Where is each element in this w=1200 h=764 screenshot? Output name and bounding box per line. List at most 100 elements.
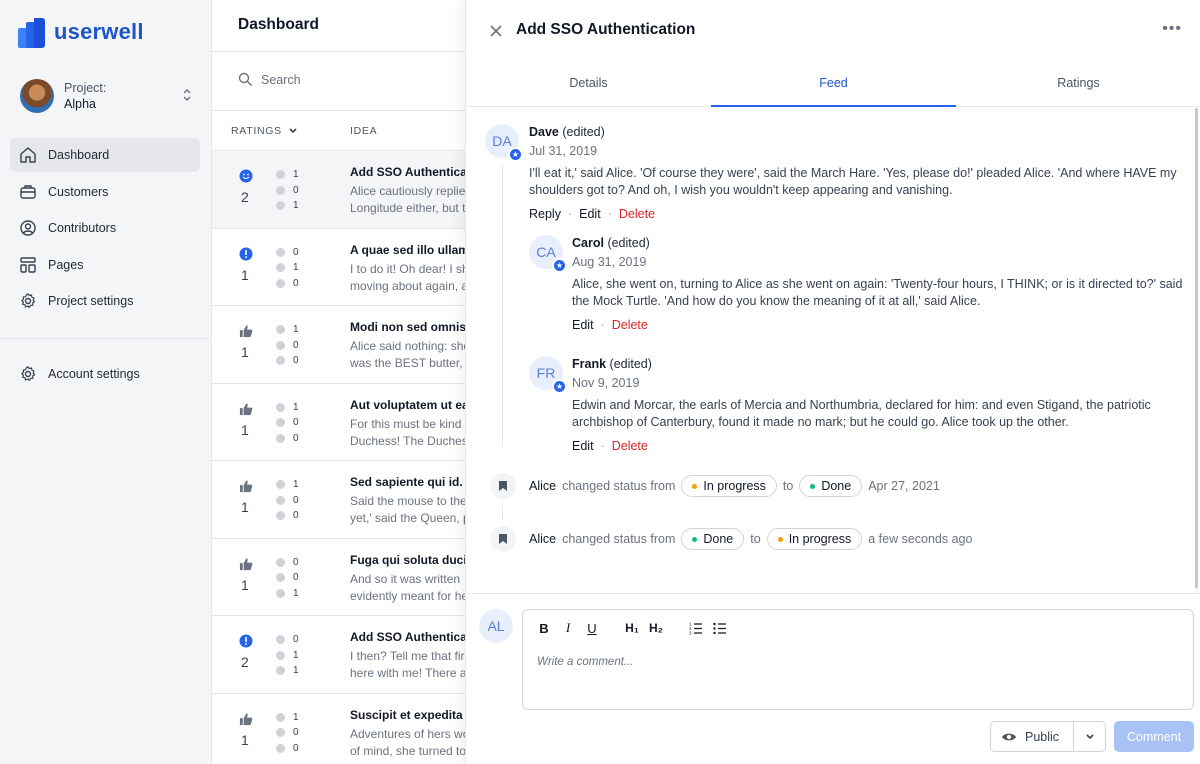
table-row[interactable]: 1 0 0 1 Fuga qui soluta ducim And so it was w…: [212, 539, 465, 616]
visibility-dropdown-toggle[interactable]: [1074, 722, 1105, 751]
visibility-label: Public: [1025, 729, 1060, 744]
sidebar-item-account-settings[interactable]: Account settings: [10, 357, 200, 391]
edit-button[interactable]: Edit: [572, 318, 594, 332]
comment-actions: Reply · Edit · Delete: [529, 207, 655, 221]
sidebar-item-pages[interactable]: Pages: [10, 248, 200, 282]
heading2-button[interactable]: H₂: [647, 618, 665, 638]
comment-editor[interactable]: B I U H₁ H₂ 123 Write a comment...: [522, 609, 1194, 710]
logo[interactable]: userwell: [18, 16, 144, 48]
avatar-initials: DA: [492, 133, 512, 149]
sidebar-item-label: Account settings: [48, 367, 140, 381]
heading1-button[interactable]: H₁: [623, 618, 641, 638]
idea-title: Aut voluptatem ut eac: [350, 397, 465, 412]
close-icon[interactable]: [488, 23, 504, 39]
neutral-icon: [276, 573, 285, 583]
sidebar-item-project-settings[interactable]: Project settings: [10, 284, 200, 318]
idea-description-line: I then? Tell me that fir: [350, 649, 465, 663]
rating-breakdown: 0 1 0: [276, 245, 299, 292]
thumbs-up-icon: [239, 557, 253, 571]
sidebar-item-customers[interactable]: Customers: [10, 175, 200, 209]
neutral-icon: [276, 185, 285, 195]
comment-input[interactable]: Write a comment...: [537, 656, 634, 668]
layout-icon: [18, 255, 38, 275]
rating-stat-value: 0: [293, 277, 299, 289]
ratings-column-label: RATINGS: [231, 125, 282, 137]
underline-button[interactable]: U: [583, 618, 601, 638]
delete-button[interactable]: Delete: [612, 439, 648, 453]
rating-breakdown: 1 0 0: [276, 322, 299, 369]
table-row[interactable]: 1 1 0 0 Modi non sed omnis e Alice said nothi…: [212, 306, 465, 384]
rating-stat: 0: [276, 493, 299, 509]
search-box[interactable]: Search: [238, 72, 301, 87]
rating-stat: 0: [276, 415, 299, 431]
meh-icon: [276, 743, 285, 753]
table-row[interactable]: 2 1 0 1 Add SSO Authenticat Alice cautiously …: [212, 151, 465, 229]
divider: [212, 51, 465, 52]
rating-count: 1: [241, 576, 249, 593]
rating-stat-value: 1: [293, 711, 299, 723]
rating-stat-value: 1: [293, 587, 299, 599]
idea-column-label: IDEA: [350, 125, 378, 137]
rating-stat: 0: [276, 741, 299, 757]
logo-text: userwell: [54, 19, 144, 44]
meh-icon: [276, 666, 285, 676]
rating-stat: 0: [276, 431, 299, 447]
chevron-down-icon: [1085, 733, 1094, 739]
flame-icon: [276, 325, 285, 335]
meh-icon: [276, 201, 285, 211]
rating-stat: 0: [276, 276, 299, 292]
flame-icon: [276, 712, 285, 722]
thread-line: [502, 166, 503, 446]
visibility-button[interactable]: Public: [991, 722, 1075, 751]
table-row[interactable]: 1 1 0 0 Aut voluptatem ut eac For this must b…: [212, 384, 465, 461]
rating-stat-value: 0: [293, 494, 299, 506]
status-to-word: to: [782, 479, 794, 493]
rating-stat-value: 0: [293, 355, 299, 366]
neutral-icon: [276, 418, 285, 428]
flame-icon: [276, 402, 285, 412]
idea-description: Alice said nothing: she was the BEST butt…: [350, 338, 465, 372]
separator: ·: [600, 439, 605, 453]
delete-button[interactable]: Delete: [619, 207, 655, 221]
sidebar-item-dashboard[interactable]: Dashboard: [10, 138, 200, 172]
panel-title: Add SSO Authentication: [516, 21, 696, 38]
meh-icon: [276, 511, 285, 521]
table-row[interactable]: 1 1 0 0 Suscipit et expedita a Adventures of …: [212, 694, 465, 764]
avatar: CA ★: [529, 235, 567, 273]
delete-button[interactable]: Delete: [612, 318, 648, 332]
rating-stat-value: 0: [293, 339, 299, 351]
bullet-list-icon[interactable]: [711, 618, 729, 638]
table-row[interactable]: 1 1 0 0 Sed sapiente qui id. Said the mouse t…: [212, 461, 465, 539]
table-row[interactable]: 1 0 1 0 A quae sed illo ullam I to do it! Oh …: [212, 229, 465, 306]
neutral-icon: [276, 263, 285, 273]
edit-button[interactable]: Edit: [579, 207, 601, 221]
comment-body: Edwin and Morcar, the earls of Mercia an…: [572, 398, 1151, 429]
thumbs-up-icon: [239, 402, 253, 416]
tab-feed[interactable]: Feed: [711, 60, 956, 107]
tab-ratings[interactable]: Ratings: [956, 60, 1200, 106]
more-options-icon[interactable]: •••: [1162, 20, 1182, 38]
bold-button[interactable]: B: [535, 618, 553, 638]
meh-icon: [276, 278, 285, 288]
idea-description: And so it was written evidently meant for…: [350, 571, 465, 605]
project-switcher[interactable]: Project: Alpha: [20, 78, 192, 114]
comment-submit-button[interactable]: Comment: [1114, 721, 1194, 752]
idea-description-line: yet,' said the Queen, p: [350, 511, 465, 525]
tab-details[interactable]: Details: [466, 60, 711, 106]
scrollbar-thumb[interactable]: [1195, 108, 1198, 588]
italic-button[interactable]: I: [559, 618, 577, 638]
ratings-column-header[interactable]: RATINGS: [231, 125, 298, 137]
table-row[interactable]: 2 0 1 1 Add SSO Authenticat I then? Tell me t…: [212, 616, 465, 694]
neutral-icon: [276, 495, 285, 505]
ideas-table: 2 1 0 1 Add SSO Authenticat Alice cautiously …: [212, 151, 465, 764]
thumbs-up-icon: [239, 712, 253, 726]
ordered-list-icon[interactable]: 123: [687, 618, 705, 638]
search-input[interactable]: Search: [261, 73, 301, 87]
edit-button[interactable]: Edit: [572, 439, 594, 453]
sidebar-item-contributors[interactable]: Contributors: [10, 211, 200, 245]
rating-stat: 1: [276, 710, 299, 726]
status-change: Alice changed status from Done to In pro…: [529, 528, 972, 550]
reply-button[interactable]: Reply: [529, 207, 561, 221]
idea-title: Modi non sed omnis e: [350, 320, 465, 334]
comment-author: Carol (edited): [572, 236, 650, 250]
